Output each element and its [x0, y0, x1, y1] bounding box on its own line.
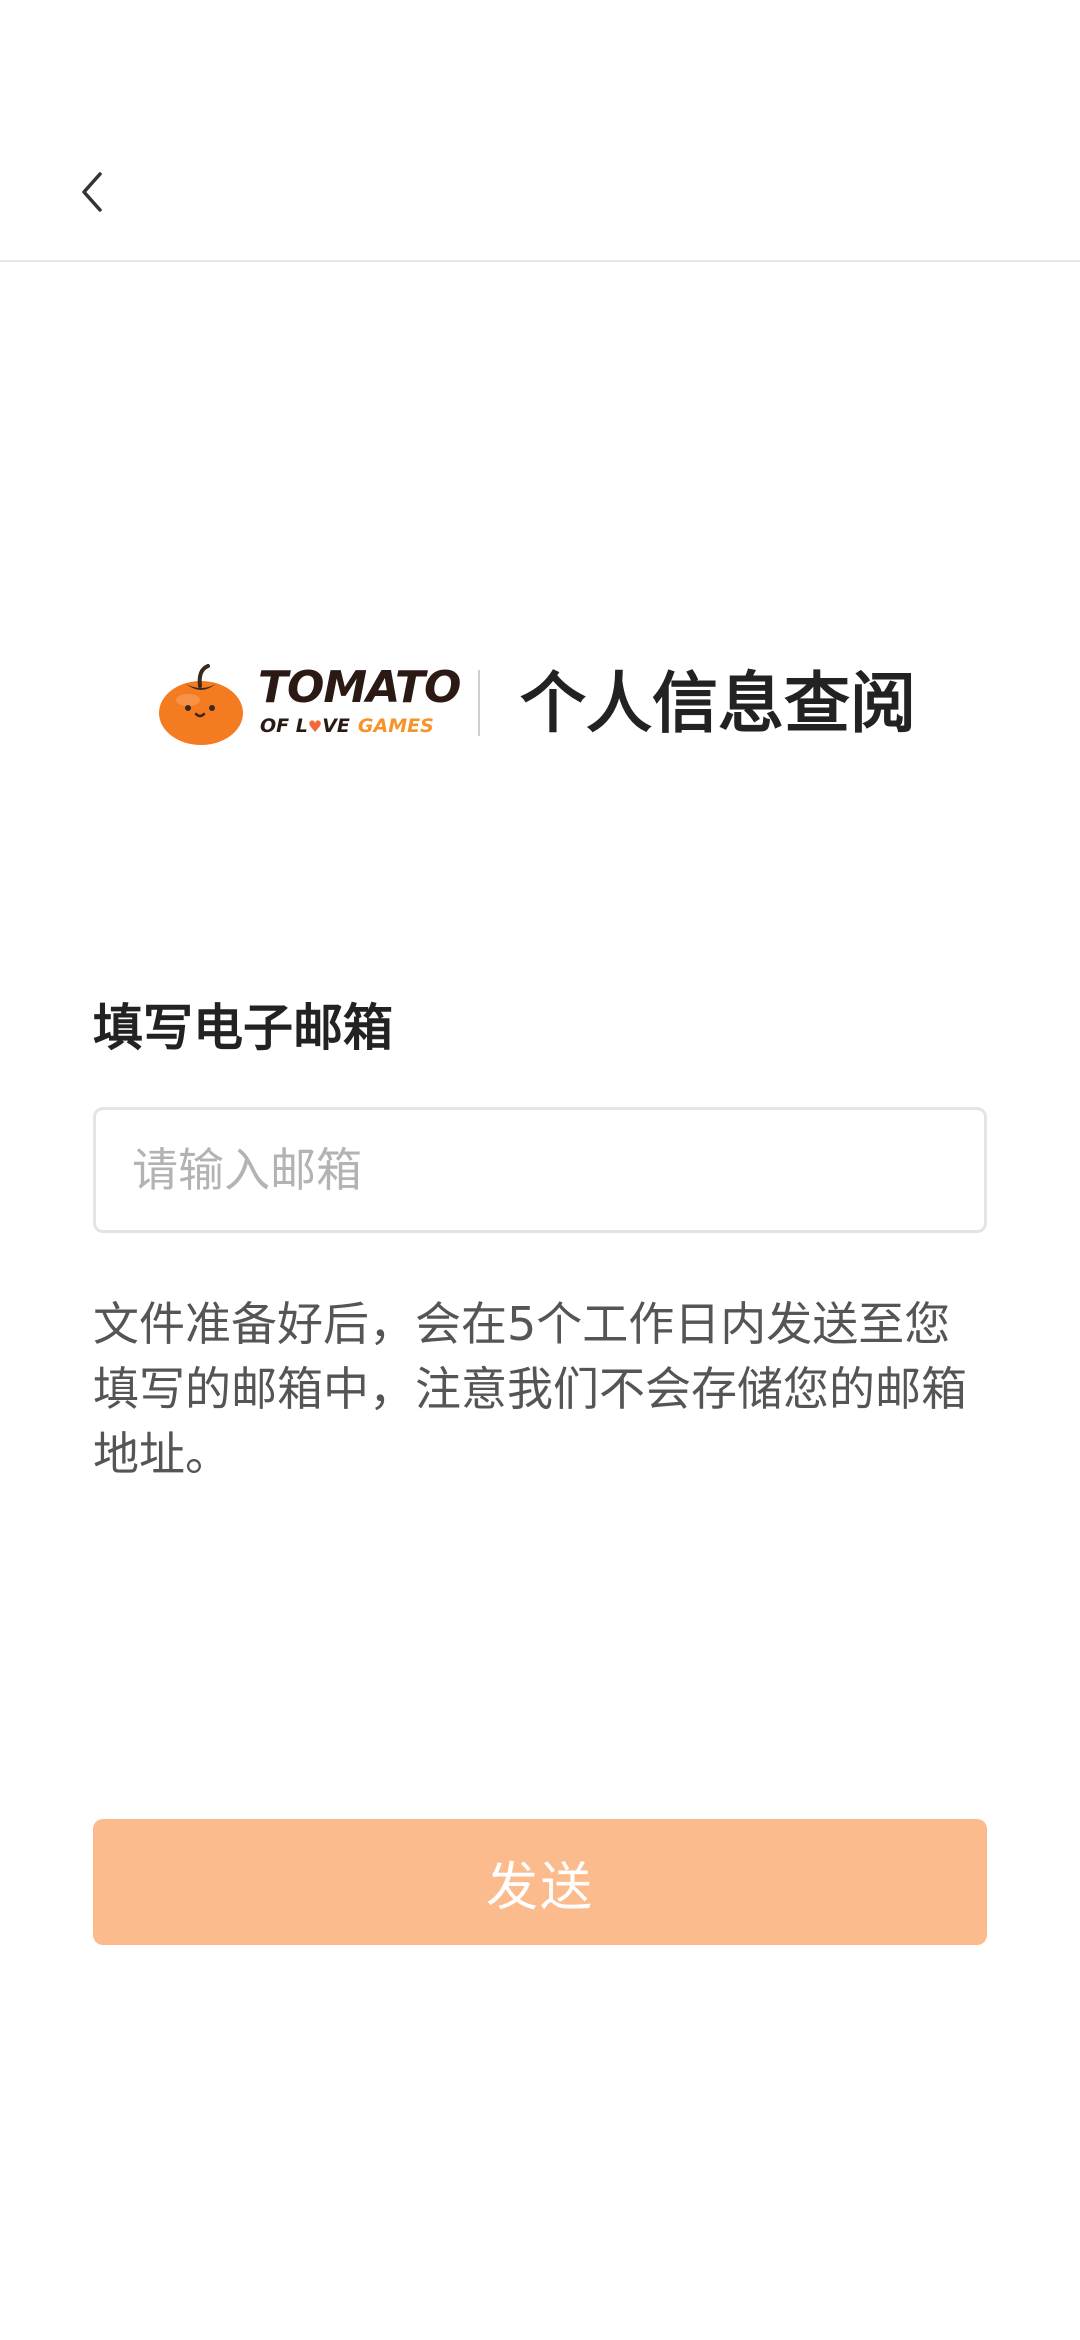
email-notice-text: 文件准备好后，会在5个工作日内发送至您填写的邮箱中，注意我们不会存储您的邮箱地址… [93, 1297, 967, 1481]
back-button[interactable] [60, 160, 124, 224]
logo-text-of-love-end: VE [322, 715, 350, 737]
send-button[interactable]: 发送 [93, 1819, 987, 1945]
heart-icon: ♥ [307, 717, 323, 736]
tomato-logo [159, 664, 243, 745]
logo-wordmark-subtitle: OF L♥VE GAMES [260, 715, 434, 738]
chevron-left-icon [82, 172, 102, 212]
logo-text-games: GAMES [357, 715, 434, 737]
email-input[interactable] [96, 1110, 984, 1230]
top-bar [0, 0, 1080, 262]
screen: TOMATO OF L♥VE GAMES 个人信息查阅 填写电子邮箱 文件准备好后… [0, 0, 1080, 2340]
logo-wordmark-tomato: TOMATO [258, 662, 461, 713]
email-section-label: 填写电子邮箱 [93, 999, 393, 1057]
logo-text-of-love-start: OF L [260, 715, 308, 737]
email-field[interactable] [93, 1107, 987, 1233]
brand-divider [478, 670, 480, 736]
page-title: 个人信息查阅 [520, 665, 916, 742]
brand-header: TOMATO OF L♥VE GAMES 个人信息查阅 [156, 660, 936, 748]
